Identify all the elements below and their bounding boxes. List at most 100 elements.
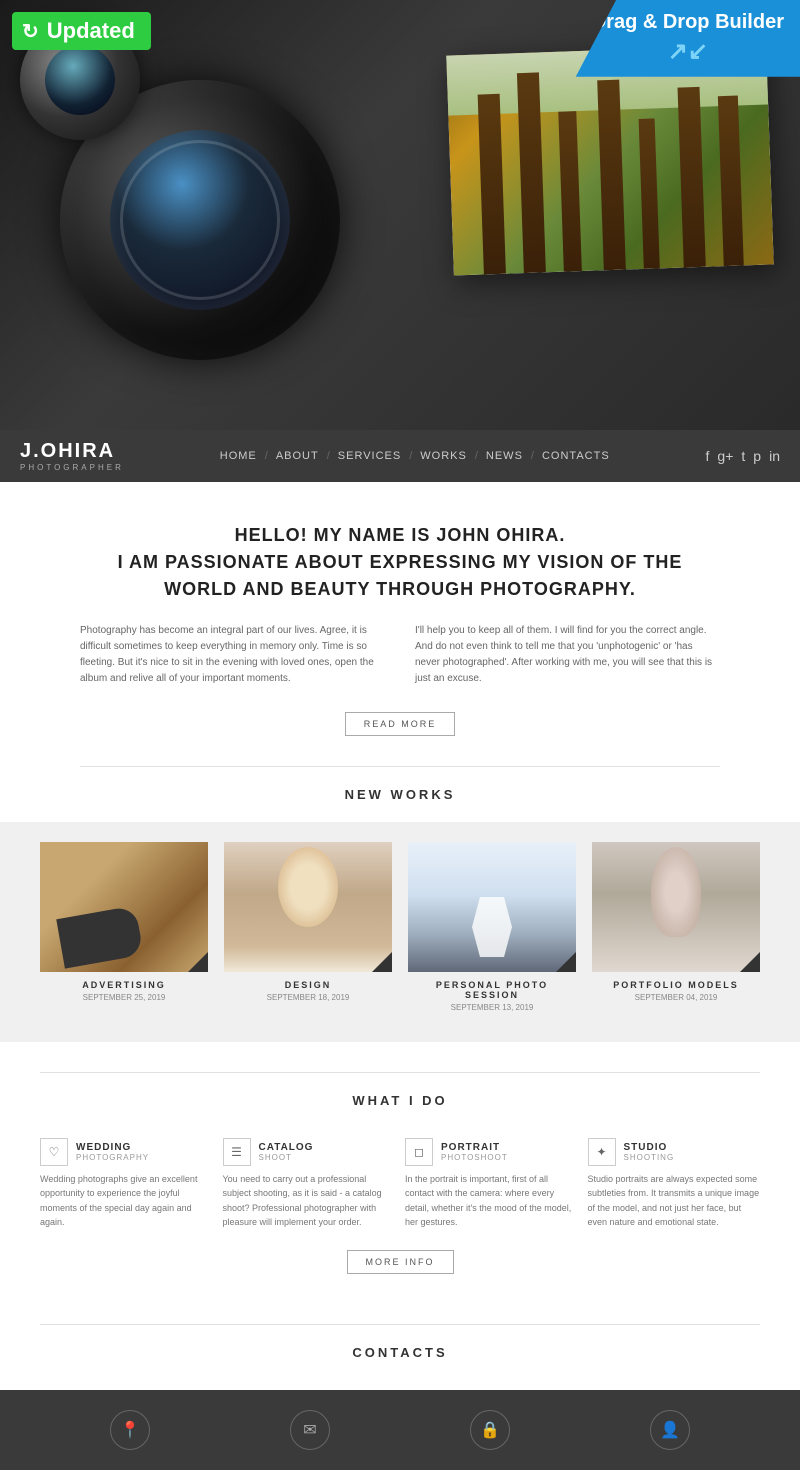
user-icon: 👤 — [660, 1420, 680, 1440]
dnd-line1: Drag & Drop — [592, 11, 710, 33]
what-i-do-title: WHAT I DO — [40, 1073, 760, 1128]
shoe-visual — [56, 905, 143, 968]
social-icons: f g+ t p in — [706, 448, 780, 464]
service-name-group-wedding: WEDDING PHOTOGRAPHY — [76, 1142, 149, 1162]
service-icon-catalog: ☰ — [223, 1138, 251, 1166]
footer-icon-user[interactable]: 👤 — [650, 1410, 690, 1450]
footer-icon-lock[interactable]: 🔒 — [470, 1410, 510, 1450]
lens-inner — [110, 130, 290, 310]
contacts-section: CONTACTS — [0, 1304, 800, 1390]
service-portrait: ◻ PORTRAIT PHOTOSHOOT In the portrait is… — [405, 1138, 578, 1230]
brand-name: J.OHIRA — [20, 440, 115, 462]
hero-section: ↻ Updated Drag & Drop Builder ↗↙ — [0, 0, 800, 430]
nav-services[interactable]: SERVICES — [330, 450, 409, 462]
read-more-button[interactable]: READ MORE — [345, 712, 456, 736]
footer-icon-email[interactable]: ✉ — [290, 1410, 330, 1450]
service-icon-studio: ✦ — [588, 1138, 616, 1166]
service-name-studio: STUDIO — [624, 1142, 675, 1153]
footer-icon-location[interactable]: 📍 — [110, 1410, 150, 1450]
service-name-group-catalog: CATALOG SHOOT — [259, 1142, 314, 1162]
services-grid: ♡ WEDDING PHOTOGRAPHY Wedding photograph… — [40, 1138, 760, 1230]
work-label-design: DESIGN — [224, 980, 392, 990]
work-date-advertising: SEPTEMBER 25, 2019 — [40, 993, 208, 1002]
nav-home[interactable]: HOME — [212, 450, 265, 462]
work-label-models: PORTFOLIO MODELS — [592, 980, 760, 990]
service-name-group-studio: STUDIO SHOOTING — [624, 1142, 675, 1162]
photo-card-inner — [446, 44, 773, 275]
service-icon-row-wedding: ♡ WEDDING PHOTOGRAPHY — [40, 1138, 213, 1166]
arrow-icon: ↗↙ — [592, 38, 784, 67]
lens-group — [0, 0, 430, 430]
work-item-photosession[interactable]: PERSONAL PHOTO SESSION SEPTEMBER 13, 201… — [408, 842, 576, 1012]
about-col-2: I'll help you to keep all of them. I wil… — [415, 623, 720, 687]
works-grid: ADVERTISING SEPTEMBER 25, 2019 DESIGN SE… — [40, 842, 760, 1012]
work-thumb-advertising — [40, 842, 208, 972]
catalog-icon: ☰ — [231, 1145, 242, 1159]
email-icon: ✉ — [303, 1420, 316, 1440]
lens-small-inner — [45, 45, 115, 115]
cyclist-shape — [472, 897, 512, 957]
work-item-advertising[interactable]: ADVERTISING SEPTEMBER 25, 2019 — [40, 842, 208, 1012]
work-corner-4 — [740, 952, 760, 972]
portrait-oval — [278, 847, 338, 927]
social-pinterest[interactable]: p — [753, 448, 761, 464]
service-desc-catalog: You need to carry out a professional sub… — [223, 1172, 396, 1230]
about-title: HELLO! MY NAME IS JOHN OHIRA. I AM PASSI… — [80, 522, 720, 603]
dnd-line2: Builder — [715, 11, 784, 33]
work-corner-3 — [556, 952, 576, 972]
work-date-models: SEPTEMBER 04, 2019 — [592, 993, 760, 1002]
work-corner-1 — [188, 952, 208, 972]
sync-icon: ↻ — [22, 19, 39, 44]
more-info-button[interactable]: MORE INFO — [347, 1250, 454, 1274]
model-oval — [651, 847, 701, 937]
social-facebook[interactable]: f — [706, 448, 710, 464]
nav-works[interactable]: WORKS — [412, 450, 475, 462]
work-date-design: SEPTEMBER 18, 2019 — [224, 993, 392, 1002]
tree-3 — [558, 111, 582, 272]
service-icon-portrait: ◻ — [405, 1138, 433, 1166]
updated-label: Updated — [47, 18, 135, 44]
brand-sub: PHOTOGRAPHER — [20, 463, 124, 472]
service-sub-portrait: PHOTOSHOOT — [441, 1153, 508, 1162]
tree-1 — [478, 94, 506, 275]
social-googleplus[interactable]: g+ — [717, 448, 733, 464]
work-thumb-models — [592, 842, 760, 972]
nav-about[interactable]: ABOUT — [268, 450, 327, 462]
social-twitter[interactable]: t — [741, 448, 745, 464]
service-icon-row-portrait: ◻ PORTRAIT PHOTOSHOOT — [405, 1138, 578, 1166]
service-sub-catalog: SHOOT — [259, 1153, 314, 1162]
tree-6 — [678, 87, 706, 268]
about-title-line3: WORLD AND BEAUTY THROUGH PHOTOGRAPHY. — [80, 576, 720, 603]
service-sub-studio: SHOOTING — [624, 1153, 675, 1162]
photo-card — [446, 44, 773, 275]
about-title-line1: HELLO! MY NAME IS JOHN OHIRA. — [80, 522, 720, 549]
service-icon-wedding: ♡ — [40, 1138, 68, 1166]
work-item-models[interactable]: PORTFOLIO MODELS SEPTEMBER 04, 2019 — [592, 842, 760, 1012]
service-catalog: ☰ CATALOG SHOOT You need to carry out a … — [223, 1138, 396, 1230]
contacts-title: CONTACTS — [40, 1325, 760, 1380]
portrait-icon: ◻ — [414, 1145, 424, 1159]
service-desc-wedding: Wedding photographs give an excellent op… — [40, 1172, 213, 1230]
studio-icon: ✦ — [596, 1145, 606, 1159]
location-icon: 📍 — [120, 1420, 140, 1440]
navbar: J.OHIRA PHOTOGRAPHER HOME / ABOUT / SERV… — [0, 430, 800, 482]
about-title-line2: I AM PASSIONATE ABOUT EXPRESSING MY VISI… — [80, 549, 720, 576]
service-wedding: ♡ WEDDING PHOTOGRAPHY Wedding photograph… — [40, 1138, 213, 1230]
service-studio: ✦ STUDIO SHOOTING Studio portraits are a… — [588, 1138, 761, 1230]
nav-contacts[interactable]: CONTACTS — [534, 450, 618, 462]
service-icon-row-studio: ✦ STUDIO SHOOTING — [588, 1138, 761, 1166]
what-section: WHAT I DO ♡ WEDDING PHOTOGRAPHY Wedding … — [0, 1042, 800, 1304]
service-desc-portrait: In the portrait is important, first of a… — [405, 1172, 578, 1230]
service-sub-wedding: PHOTOGRAPHY — [76, 1153, 149, 1162]
lens-ring — [120, 140, 280, 300]
brand: J.OHIRA PHOTOGRAPHER — [20, 440, 124, 472]
service-name-wedding: WEDDING — [76, 1142, 149, 1153]
about-columns: Photography has become an integral part … — [80, 623, 720, 687]
service-desc-studio: Studio portraits are always expected som… — [588, 1172, 761, 1230]
work-date-photosession: SEPTEMBER 13, 2019 — [408, 1003, 576, 1012]
nav-news[interactable]: NEWS — [478, 450, 531, 462]
work-item-design[interactable]: DESIGN SEPTEMBER 18, 2019 — [224, 842, 392, 1012]
work-thumb-design — [224, 842, 392, 972]
social-linkedin[interactable]: in — [769, 448, 780, 464]
work-thumb-cycling — [408, 842, 576, 972]
